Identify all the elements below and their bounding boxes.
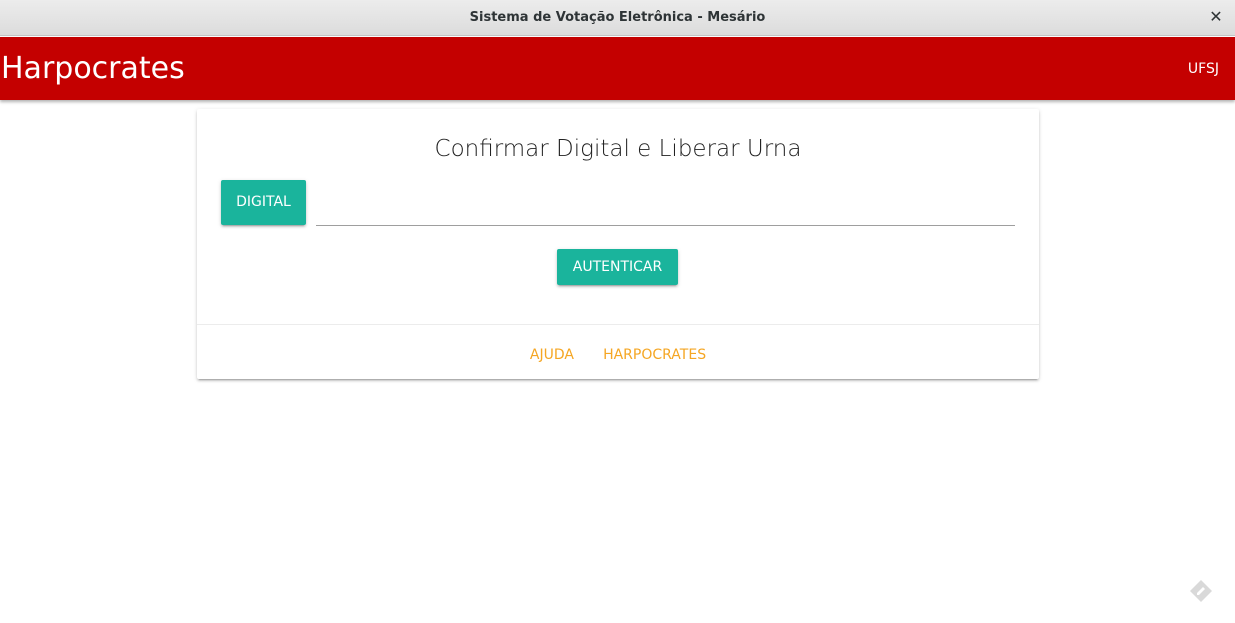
authentication-card: Confirmar Digital e Liberar Urna DIGITAL… [197, 109, 1039, 379]
digital-button[interactable]: DIGITAL [221, 180, 306, 225]
authenticate-button[interactable]: AUTENTICAR [557, 249, 678, 285]
card-action: AJUDA HARPOCRATES [197, 324, 1039, 379]
window-titlebar: Sistema de Votação Eletrônica - Mesário … [0, 0, 1235, 36]
close-icon[interactable]: ✕ [1207, 8, 1225, 26]
help-link[interactable]: AJUDA [530, 347, 574, 363]
harpocrates-link[interactable]: HARPOCRATES [603, 347, 706, 363]
pencil-diamond-icon[interactable] [1189, 579, 1213, 603]
digital-input[interactable] [316, 199, 1015, 226]
brand-logo[interactable]: Harpocrates [1, 51, 185, 86]
navbar: Harpocrates UFSJ [0, 37, 1235, 100]
card-title: Confirmar Digital e Liberar Urna [434, 136, 802, 162]
ufsj-link[interactable]: UFSJ [1188, 61, 1219, 77]
window-title: Sistema de Votação Eletrônica - Mesário [469, 10, 766, 25]
